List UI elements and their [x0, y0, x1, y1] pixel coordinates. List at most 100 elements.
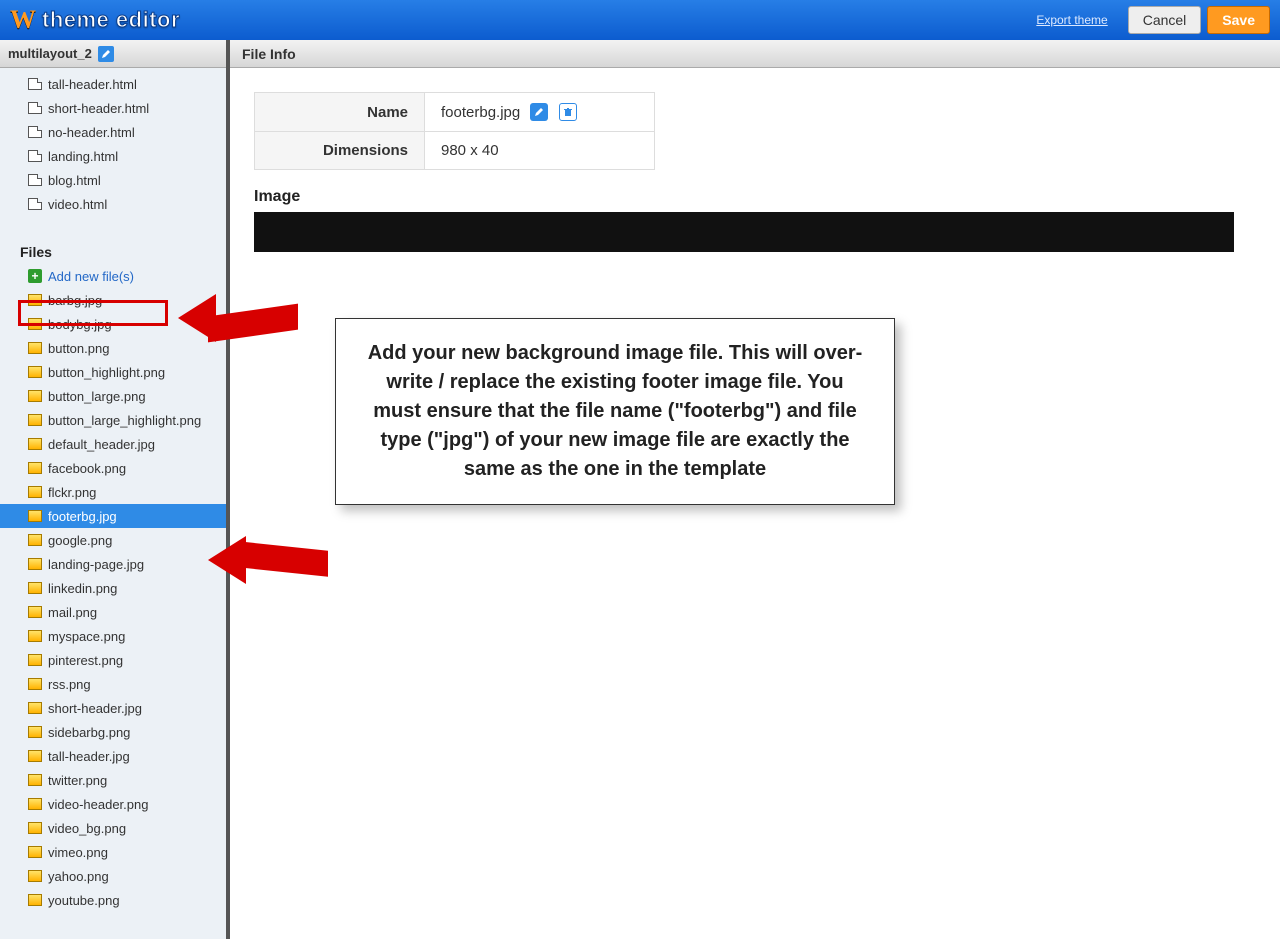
image-file-icon: [28, 894, 42, 906]
cancel-button[interactable]: Cancel: [1128, 6, 1202, 34]
image-file-icon: [28, 582, 42, 594]
sidebar-page-item[interactable]: blog.html: [0, 168, 226, 192]
file-item-label: button_large.png: [48, 389, 146, 404]
page-icon: [28, 126, 42, 138]
sidebar-file-item[interactable]: google.png: [0, 528, 226, 552]
image-file-icon: [28, 702, 42, 714]
file-item-label: video_bg.png: [48, 821, 126, 836]
sidebar-page-item[interactable]: landing.html: [0, 144, 226, 168]
pages-list: tall-header.html short-header.html no-head…: [0, 68, 226, 226]
theme-name-header: multilayout_2: [0, 40, 226, 68]
sidebar-page-item[interactable]: video.html: [0, 192, 226, 216]
brand-title: theme editor: [42, 7, 180, 33]
file-item-label: bodybg.jpg: [48, 317, 112, 332]
sidebar-file-item[interactable]: youtube.png: [0, 888, 226, 912]
files-list: barbg.jpg bodybg.jpg button.png button_high…: [0, 288, 226, 922]
sidebar-file-item[interactable]: landing-page.jpg: [0, 552, 226, 576]
sidebar-file-item[interactable]: flckr.png: [0, 480, 226, 504]
sidebar-file-item[interactable]: vimeo.png: [0, 840, 226, 864]
sidebar-file-item[interactable]: linkedin.png: [0, 576, 226, 600]
file-item-label: rss.png: [48, 677, 91, 692]
file-item-label: vimeo.png: [48, 845, 108, 860]
image-file-icon: [28, 750, 42, 762]
sidebar-file-item[interactable]: short-header.jpg: [0, 696, 226, 720]
sidebar-file-item[interactable]: sidebarbg.png: [0, 720, 226, 744]
sidebar-file-item[interactable]: tall-header.jpg: [0, 744, 226, 768]
sidebar-file-item[interactable]: barbg.jpg: [0, 288, 226, 312]
file-item-label: button_highlight.png: [48, 365, 165, 380]
image-file-icon: [28, 510, 42, 522]
page-item-label: tall-header.html: [48, 77, 137, 92]
sidebar-file-item[interactable]: default_header.jpg: [0, 432, 226, 456]
image-file-icon: [28, 294, 42, 306]
file-item-label: video-header.png: [48, 797, 148, 812]
file-name-cell: footerbg.jpg: [425, 93, 655, 132]
file-item-label: linkedin.png: [48, 581, 117, 596]
sidebar-file-item[interactable]: myspace.png: [0, 624, 226, 648]
rename-file-icon[interactable]: [530, 103, 548, 121]
theme-name-label: multilayout_2: [8, 46, 92, 61]
file-item-label: facebook.png: [48, 461, 126, 476]
image-file-icon: [28, 870, 42, 882]
image-file-icon: [28, 678, 42, 690]
file-item-label: tall-header.jpg: [48, 749, 130, 764]
sidebar-file-item[interactable]: button_large_highlight.png: [0, 408, 226, 432]
plus-icon: +: [28, 269, 42, 283]
image-file-icon: [28, 558, 42, 570]
sidebar-file-item[interactable]: button_large.png: [0, 384, 226, 408]
sidebar-file-item[interactable]: bodybg.jpg: [0, 312, 226, 336]
sidebar-file-item[interactable]: yahoo.png: [0, 864, 226, 888]
sidebar-page-item[interactable]: no-header.html: [0, 120, 226, 144]
image-file-icon: [28, 798, 42, 810]
page-icon: [28, 174, 42, 186]
file-item-label: button.png: [48, 341, 109, 356]
sidebar-file-item[interactable]: mail.png: [0, 600, 226, 624]
sidebar-file-item[interactable]: footerbg.jpg: [0, 504, 226, 528]
export-theme-link[interactable]: Export theme: [1036, 13, 1107, 27]
add-new-files-button[interactable]: + Add new file(s): [0, 264, 226, 288]
image-file-icon: [28, 534, 42, 546]
sidebar-file-item[interactable]: pinterest.png: [0, 648, 226, 672]
file-item-label: landing-page.jpg: [48, 557, 144, 572]
top-bar: W theme editor Export theme Cancel Save: [0, 0, 1280, 40]
file-item-label: twitter.png: [48, 773, 107, 788]
sidebar-file-item[interactable]: twitter.png: [0, 768, 226, 792]
sidebar-file-item[interactable]: facebook.png: [0, 456, 226, 480]
file-item-label: youtube.png: [48, 893, 120, 908]
image-file-icon: [28, 846, 42, 858]
sidebar-file-item[interactable]: video_bg.png: [0, 816, 226, 840]
file-item-label: sidebarbg.png: [48, 725, 130, 740]
sidebar-file-item[interactable]: button_highlight.png: [0, 360, 226, 384]
page-item-label: video.html: [48, 197, 107, 212]
sidebar: multilayout_2 tall-header.html short-head…: [0, 40, 230, 939]
image-file-icon: [28, 726, 42, 738]
image-file-icon: [28, 366, 42, 378]
edit-theme-name-icon[interactable]: [98, 46, 114, 62]
file-item-label: button_large_highlight.png: [48, 413, 201, 428]
file-dims-label: Dimensions: [255, 132, 425, 170]
file-item-label: pinterest.png: [48, 653, 123, 668]
page-item-label: no-header.html: [48, 125, 135, 140]
file-item-label: google.png: [48, 533, 112, 548]
file-item-label: default_header.jpg: [48, 437, 155, 452]
image-file-icon: [28, 438, 42, 450]
image-file-icon: [28, 606, 42, 618]
sidebar-file-item[interactable]: rss.png: [0, 672, 226, 696]
image-file-icon: [28, 486, 42, 498]
delete-file-icon[interactable]: [559, 103, 577, 121]
file-item-label: yahoo.png: [48, 869, 109, 884]
image-file-icon: [28, 342, 42, 354]
files-section-label: Files: [0, 226, 226, 264]
image-section-label: Image: [254, 188, 1256, 206]
page-icon: [28, 150, 42, 162]
brand-logo-icon: W: [10, 5, 36, 35]
sidebar-file-item[interactable]: video-header.png: [0, 792, 226, 816]
sidebar-scroll[interactable]: tall-header.html short-header.html no-head…: [0, 68, 226, 939]
sidebar-page-item[interactable]: tall-header.html: [0, 72, 226, 96]
sidebar-file-item[interactable]: button.png: [0, 336, 226, 360]
page-icon: [28, 198, 42, 210]
file-item-label: footerbg.jpg: [48, 509, 117, 524]
sidebar-page-item[interactable]: short-header.html: [0, 96, 226, 120]
annotation-callout: Add your new background image file. This…: [335, 318, 895, 505]
save-button[interactable]: Save: [1207, 6, 1270, 34]
